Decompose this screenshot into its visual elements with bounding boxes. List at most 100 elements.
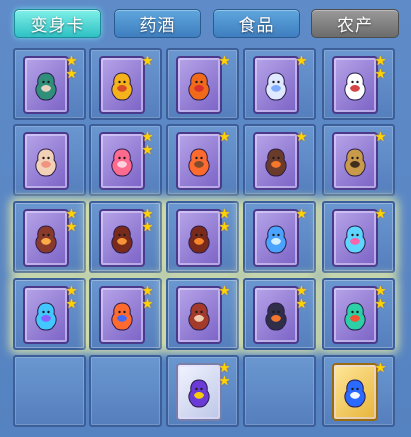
transform-card-warrior[interactable] xyxy=(23,56,69,114)
star-rating: ★ ★ xyxy=(374,285,387,311)
transform-card-fighter[interactable] xyxy=(99,286,145,344)
inventory-slot[interactable]: ★ ★ xyxy=(322,48,395,120)
transform-card-cow[interactable] xyxy=(332,56,378,114)
star-rating: ★ xyxy=(295,131,308,144)
knight-icon xyxy=(344,148,366,177)
inventory-slot[interactable]: ★ xyxy=(166,48,239,120)
transform-card-dragon[interactable] xyxy=(332,286,378,344)
star-rating: ★ xyxy=(374,362,387,375)
transform-card-girl[interactable] xyxy=(99,132,145,190)
beast-icon xyxy=(265,148,287,177)
star-icon: ★ xyxy=(218,284,231,299)
fighter-icon xyxy=(188,302,210,331)
transform-card-inventory: 变身卡 药酒 食品 农产 ★ ★ ★ ★ ★ ★ ★ ★ ★ ★ ★ ★ ★ ★ ★ ★ ★ ★ ★ ★ ★ ★ ★ ★ ★ ★ ★… xyxy=(0,0,411,437)
star-icon: ★ xyxy=(65,297,78,312)
inventory-slot[interactable]: ★ xyxy=(166,278,239,350)
star-rating: ★ ★ xyxy=(141,131,154,157)
inventory-slot[interactable]: ★ xyxy=(243,201,316,273)
star-icon: ★ xyxy=(218,220,231,235)
inventory-grid: ★ ★ ★ ★ ★ ★ ★ ★ ★ ★ ★ ★ ★ ★ ★ ★ ★ ★ ★ ★ ★ ★ ★ ★ ★ ★ ★ ★ ★ ★ ★ ★ xyxy=(13,44,403,437)
cow-icon xyxy=(344,72,366,101)
transform-card-beast[interactable] xyxy=(253,132,299,190)
star-icon: ★ xyxy=(218,130,231,145)
inventory-slot[interactable]: ★ ★ xyxy=(13,48,86,120)
star-icon: ★ xyxy=(65,67,78,82)
star-rating: ★ xyxy=(374,208,387,221)
transform-card-ice-dragon[interactable] xyxy=(253,209,299,267)
star-icon: ★ xyxy=(141,143,154,158)
inventory-slot[interactable]: ★ ★ xyxy=(243,278,316,350)
inventory-slot[interactable]: ★ ★ xyxy=(89,201,162,273)
star-rating: ★ ★ xyxy=(65,55,78,81)
inventory-slot[interactable]: ★ ★ xyxy=(89,278,162,350)
inventory-slot[interactable]: ★ ★ xyxy=(166,201,239,273)
inventory-slot[interactable]: ★ ★ xyxy=(322,278,395,350)
inventory-slot[interactable]: ★ xyxy=(322,201,395,273)
transform-card-rider[interactable] xyxy=(99,209,145,267)
lion-icon xyxy=(111,72,133,101)
star-icon: ★ xyxy=(65,220,78,235)
girl-icon xyxy=(111,148,133,177)
tab-transform-cards[interactable]: 变身卡 xyxy=(14,9,101,38)
tab-food[interactable]: 食品 xyxy=(213,9,300,38)
transform-card-sheep[interactable] xyxy=(23,132,69,190)
beast-icon xyxy=(265,302,287,331)
empty-slot[interactable] xyxy=(89,355,162,427)
star-rating: ★ ★ xyxy=(295,285,308,311)
transform-card-mage[interactable] xyxy=(176,363,222,421)
transform-card-lion[interactable] xyxy=(99,56,145,114)
inventory-slot[interactable]: ★ xyxy=(322,124,395,196)
inventory-slot[interactable]: ★ ★ xyxy=(13,278,86,350)
transform-card-unicorn[interactable] xyxy=(253,56,299,114)
rider-icon xyxy=(35,225,57,254)
inventory-slot[interactable]: ★ xyxy=(89,48,162,120)
transform-card-rider[interactable] xyxy=(23,209,69,267)
inventory-slot[interactable]: ★ xyxy=(166,124,239,196)
star-rating: ★ ★ xyxy=(218,362,231,388)
transform-card-lion[interactable] xyxy=(176,56,222,114)
empty-slot[interactable] xyxy=(243,355,316,427)
star-icon: ★ xyxy=(374,130,387,145)
sage-icon xyxy=(344,379,366,408)
ice-dragon-icon xyxy=(265,225,287,254)
rider-icon xyxy=(188,225,210,254)
mage-icon xyxy=(188,379,210,408)
transform-card-fairy[interactable] xyxy=(332,209,378,267)
star-icon: ★ xyxy=(141,220,154,235)
category-tabs: 变身卡 药酒 食品 农产 xyxy=(0,0,411,44)
transform-card-rider[interactable] xyxy=(176,132,222,190)
star-icon: ★ xyxy=(141,54,154,69)
tab-medicine-wine[interactable]: 药酒 xyxy=(114,9,201,38)
inventory-slot[interactable]: ★ xyxy=(243,48,316,120)
inventory-slot[interactable]: ★ xyxy=(243,124,316,196)
spirit-icon xyxy=(35,302,57,331)
star-rating: ★ ★ xyxy=(141,208,154,234)
inventory-slot[interactable]: ★ ★ xyxy=(166,355,239,427)
inventory-slot[interactable] xyxy=(13,124,86,196)
star-icon: ★ xyxy=(374,297,387,312)
transform-card-rider[interactable] xyxy=(176,209,222,267)
star-icon: ★ xyxy=(374,361,387,376)
transform-card-spirit[interactable] xyxy=(23,286,69,344)
star-rating: ★ ★ xyxy=(218,208,231,234)
fairy-icon xyxy=(344,225,366,254)
inventory-slot[interactable]: ★ xyxy=(322,355,395,427)
star-icon: ★ xyxy=(374,207,387,222)
tab-farm-produce[interactable]: 农产 xyxy=(311,9,399,38)
star-rating: ★ xyxy=(374,131,387,144)
star-rating: ★ xyxy=(141,55,154,68)
transform-card-sage[interactable] xyxy=(332,363,378,421)
star-rating: ★ xyxy=(218,285,231,298)
fighter-icon xyxy=(111,302,133,331)
inventory-slot[interactable]: ★ ★ xyxy=(13,201,86,273)
star-icon: ★ xyxy=(218,54,231,69)
star-rating: ★ ★ xyxy=(374,55,387,81)
star-icon: ★ xyxy=(141,297,154,312)
transform-card-fighter[interactable] xyxy=(176,286,222,344)
transform-card-knight[interactable] xyxy=(332,132,378,190)
transform-card-beast[interactable] xyxy=(253,286,299,344)
inventory-slot[interactable]: ★ ★ xyxy=(89,124,162,196)
star-rating: ★ ★ xyxy=(141,285,154,311)
unicorn-icon xyxy=(265,72,287,101)
empty-slot[interactable] xyxy=(13,355,86,427)
